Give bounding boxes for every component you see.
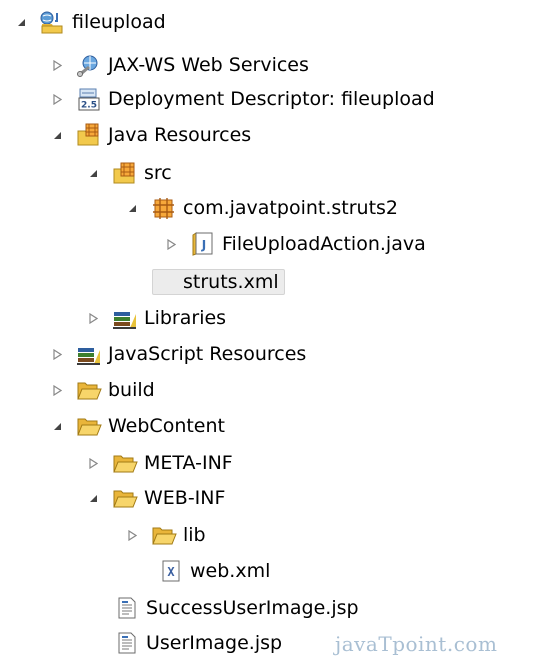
expanded-triangle-icon[interactable]	[50, 128, 64, 142]
expanded-triangle-icon[interactable]	[50, 419, 64, 433]
tree-item-label: build	[108, 379, 155, 401]
tree-item-label: fileupload	[72, 11, 166, 33]
tree-item-web-xml[interactable]: X web.xml	[158, 554, 270, 588]
expanded-triangle-icon[interactable]	[86, 166, 100, 180]
tree-item-lib[interactable]: lib	[125, 518, 206, 552]
tree-item-label: WebContent	[108, 415, 225, 437]
tree-item-src[interactable]: src	[86, 156, 172, 190]
java-resources-icon	[76, 123, 102, 147]
tree-item-label: src	[144, 162, 172, 184]
tree-item-label: META-INF	[144, 452, 233, 474]
tree-item-label: Java Resources	[108, 124, 252, 146]
project-explorer-tree: fileupload JAX-WS Web Services 2.5 Deplo…	[0, 0, 553, 660]
jsp-file-icon	[114, 596, 140, 620]
tree-item-javascript-resources[interactable]: JavaScript Resources	[50, 337, 306, 371]
folder-icon	[112, 451, 138, 475]
tree-item-jax-ws-web-services[interactable]: JAX-WS Web Services	[50, 48, 309, 82]
tree-item-userimage-jsp[interactable]: UserImage.jsp	[114, 626, 282, 660]
web-project-icon	[40, 10, 66, 34]
collapsed-triangle-icon[interactable]	[164, 237, 178, 251]
svg-text:X: X	[167, 565, 175, 579]
tree-item-label: com.javatpoint.struts2	[183, 197, 399, 219]
deployment-descriptor-icon: 2.5	[76, 87, 102, 111]
source-folder-icon	[112, 161, 138, 185]
collapsed-triangle-icon[interactable]	[50, 58, 64, 72]
tree-item-web-inf[interactable]: WEB-INF	[86, 481, 225, 515]
libraries-icon	[76, 342, 102, 366]
tree-item-label: UserImage.jsp	[146, 632, 283, 654]
package-icon	[151, 196, 177, 220]
java-file-icon: J	[190, 232, 216, 256]
collapsed-triangle-icon[interactable]	[50, 92, 64, 106]
web-services-icon	[76, 53, 102, 77]
watermark-logo: javaTpoint.com	[335, 632, 498, 656]
collapsed-triangle-icon[interactable]	[50, 383, 64, 397]
tree-item-build[interactable]: build	[50, 373, 155, 407]
folder-icon	[151, 523, 177, 547]
jsp-file-icon	[114, 631, 140, 655]
tree-item-label: FileUploadAction.java	[222, 233, 426, 255]
svg-text:J: J	[201, 238, 206, 252]
tree-item-label: struts.xml	[152, 269, 285, 295]
tree-item-package[interactable]: com.javatpoint.struts2	[125, 191, 398, 225]
tree-item-struts-xml[interactable]: X struts.xml	[150, 265, 285, 299]
tree-item-meta-inf[interactable]: META-INF	[86, 446, 233, 480]
tree-item-label: lib	[183, 524, 206, 546]
svg-text:2.5: 2.5	[81, 101, 97, 111]
tree-item-libraries[interactable]: Libraries	[86, 301, 226, 335]
tree-item-fileupload[interactable]: fileupload	[14, 5, 166, 39]
collapsed-triangle-icon[interactable]	[50, 347, 64, 361]
tree-item-deployment-descriptor[interactable]: 2.5 Deployment Descriptor: fileupload	[50, 82, 435, 116]
tree-item-label: JAX-WS Web Services	[108, 54, 309, 76]
tree-item-label: Deployment Descriptor: fileupload	[108, 88, 435, 110]
tree-item-webcontent[interactable]: WebContent	[50, 409, 225, 443]
collapsed-triangle-icon[interactable]	[86, 456, 100, 470]
tree-item-label: web.xml	[190, 560, 271, 582]
tree-item-successuserimage-jsp[interactable]: SuccessUserImage.jsp	[114, 591, 359, 625]
tree-item-label: WEB-INF	[144, 487, 226, 509]
folder-open-icon	[76, 414, 102, 438]
xml-file-icon: X	[158, 559, 184, 583]
tree-item-label: JavaScript Resources	[108, 343, 307, 365]
folder-open-icon	[112, 486, 138, 510]
expanded-triangle-icon[interactable]	[86, 491, 100, 505]
folder-icon	[76, 378, 102, 402]
libraries-icon	[112, 306, 138, 330]
expanded-triangle-icon[interactable]	[14, 15, 28, 29]
tree-item-java-resources[interactable]: Java Resources	[50, 118, 251, 152]
collapsed-triangle-icon[interactable]	[86, 311, 100, 325]
tree-item-fileuploadaction-java[interactable]: J FileUploadAction.java	[164, 227, 426, 261]
tree-item-label: SuccessUserImage.jsp	[146, 597, 359, 619]
tree-item-label: Libraries	[144, 307, 227, 329]
expanded-triangle-icon[interactable]	[125, 201, 139, 215]
collapsed-triangle-icon[interactable]	[125, 528, 139, 542]
